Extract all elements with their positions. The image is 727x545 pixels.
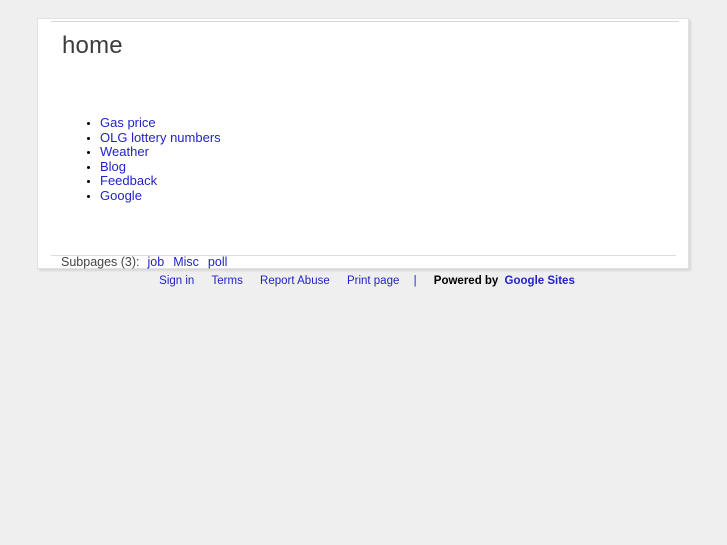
footer-link-report-abuse[interactable]: Report Abuse — [260, 275, 330, 287]
site-footer: Sign in Terms Report Abuse Print page | … — [0, 275, 727, 287]
list-item: Gas price — [100, 115, 221, 131]
content-link-google[interactable]: Google — [100, 188, 142, 203]
page-title: home — [62, 32, 123, 59]
subpages-row: Subpages (3): job Misc poll — [61, 254, 236, 270]
subpage-link-poll[interactable]: poll — [208, 255, 227, 269]
footer-link-sign-in[interactable]: Sign in — [159, 275, 194, 287]
footer-link-terms[interactable]: Terms — [212, 275, 243, 287]
content-link-gas-price[interactable]: Gas price — [100, 115, 156, 130]
google-sites-brand-link[interactable]: Google Sites — [505, 275, 575, 287]
content-link-list: Gas price OLG lottery numbers Weather Bl… — [62, 115, 221, 204]
content-link-weather[interactable]: Weather — [100, 144, 149, 159]
content-link-feedback[interactable]: Feedback — [100, 173, 157, 188]
list-item: OLG lottery numbers — [100, 130, 221, 146]
list-item: Google — [100, 188, 221, 204]
header-divider — [51, 21, 679, 22]
footer-link-print-page[interactable]: Print page — [347, 275, 399, 287]
content-link-blog[interactable]: Blog — [100, 159, 126, 174]
footer-separator: | — [413, 275, 417, 287]
list-item: Blog — [100, 159, 221, 175]
subpage-link-misc[interactable]: Misc — [173, 255, 199, 269]
list-item: Feedback — [100, 173, 221, 189]
content-link-olg-lottery-numbers[interactable]: OLG lottery numbers — [100, 130, 221, 145]
subpage-link-job[interactable]: job — [148, 255, 165, 269]
list-item: Weather — [100, 144, 221, 160]
subpages-label: Subpages (3): — [61, 255, 140, 269]
page-content-container: home Gas price OLG lottery numbers Weath… — [37, 18, 689, 269]
powered-by-label: Powered by — [433, 275, 499, 287]
